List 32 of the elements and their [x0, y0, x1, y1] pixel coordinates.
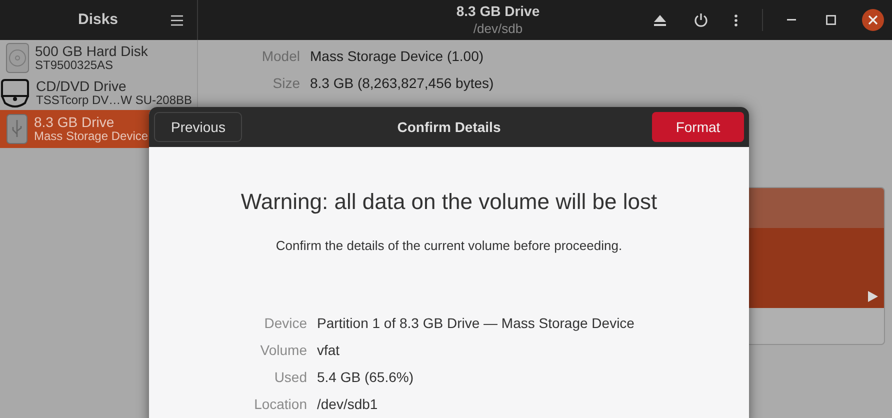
maximize-icon[interactable]	[826, 15, 836, 25]
field-label: Location	[253, 394, 307, 414]
drive-list-item[interactable]: CD/DVD Drive TSSTcorp DV…W SU-208BB	[0, 75, 197, 110]
menu-icon[interactable]	[171, 14, 183, 26]
optical-drive-icon	[0, 78, 30, 108]
field-label: Size	[272, 74, 300, 92]
drive-list-item[interactable]: 500 GB Hard Disk ST9500325AS	[0, 40, 197, 75]
previous-button[interactable]: Previous	[154, 112, 242, 142]
field-value: Mass Storage Device (1.00)	[310, 46, 484, 66]
eject-icon[interactable]	[654, 14, 666, 26]
window-title: 8.3 GB Drive	[456, 3, 540, 21]
field-value: /dev/sdb1	[317, 394, 378, 414]
field-label: Used	[273, 368, 307, 386]
field-label: Device	[263, 314, 307, 332]
sidebar-title: Disks	[78, 10, 118, 30]
usb-drive-icon	[6, 114, 28, 144]
field-value: 5.4 GB (65.6%)	[317, 368, 414, 387]
minimize-icon[interactable]	[787, 19, 796, 21]
field-value: Partition 1 of 8.3 GB Drive — Mass Storage Device	[317, 314, 634, 333]
power-icon[interactable]	[694, 13, 708, 27]
window-subtitle: /dev/sdb	[473, 20, 523, 37]
field-label: Model	[260, 46, 300, 66]
warning-message: Confirm the details of the current volume before proceeding.	[276, 237, 622, 255]
dialog-title: Confirm Details	[397, 118, 501, 136]
close-icon[interactable]	[862, 9, 884, 31]
field-value: 8.3 GB (8,263,827,456 bytes)	[310, 74, 494, 93]
play-icon[interactable]	[868, 291, 878, 302]
field-label: Volume	[259, 340, 307, 360]
warning-heading: Warning: all data on the volume will be lost	[240, 188, 658, 216]
field-value: vfat	[317, 340, 340, 360]
more-options-icon[interactable]	[734, 14, 738, 26]
format-button[interactable]: Format	[652, 112, 744, 142]
